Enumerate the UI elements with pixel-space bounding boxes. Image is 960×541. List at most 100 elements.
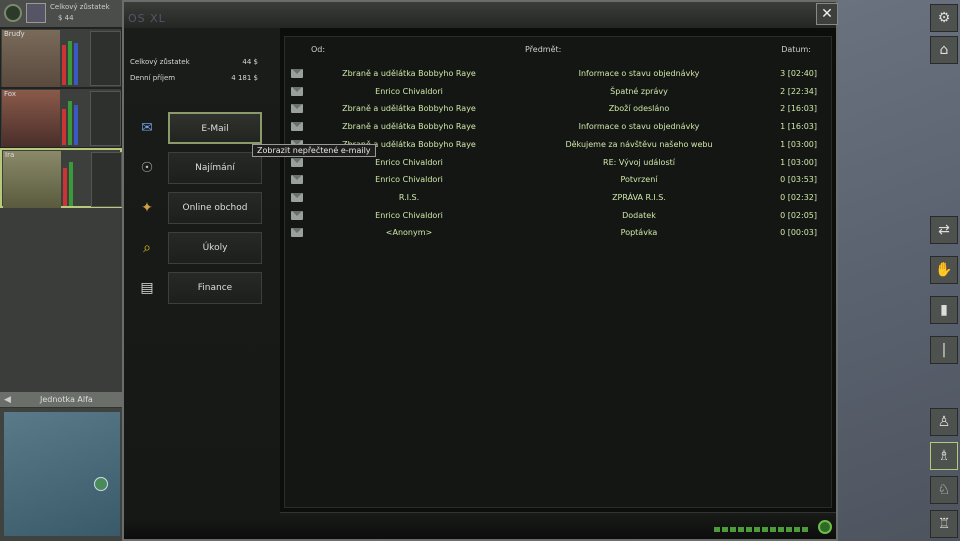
finance-button[interactable]: Finance xyxy=(168,272,262,304)
envelope-icon xyxy=(291,104,303,114)
mail-subject: Potvrzení xyxy=(620,175,658,185)
mail-row[interactable]: Zbraně a udělátka Bobbyho Raye Informace … xyxy=(285,66,831,83)
mail-from: Enrico Chivaldori xyxy=(375,175,443,185)
stance-prone-icon[interactable]: ♖ xyxy=(930,510,958,538)
merc-slot[interactable]: Fox xyxy=(0,88,122,148)
summary-income: Denní příjem 4 181 $ xyxy=(130,74,258,82)
merc-slot-selected[interactable]: Ira xyxy=(0,148,122,208)
mail-from: Zbraně a udělátka Bobbyho Raye xyxy=(342,104,476,114)
summary-income-label: Denní příjem xyxy=(130,74,176,82)
mail-from: R.I.S. xyxy=(398,192,420,202)
merc-slot[interactable]: Bruďy xyxy=(0,28,122,88)
squad-marker-icon[interactable] xyxy=(94,477,108,491)
tooltip: Zobrazit nepřečtené e-maily xyxy=(252,144,376,157)
email-icon: ✉ xyxy=(141,120,153,136)
nav-shop[interactable]: ✦ Online obchod xyxy=(132,192,262,224)
game-screen: Celkový zůstatek $ 44 Bruďy Fox Ira ◀ Je… xyxy=(0,0,960,541)
nav-hire[interactable]: ☉ Najímání xyxy=(132,152,262,184)
hire-icon: ☉ xyxy=(140,160,154,176)
mail-date: 2 [22:34] xyxy=(780,86,817,96)
power-icon[interactable] xyxy=(818,520,832,534)
mail-from: Enrico Chivaldori xyxy=(375,210,443,220)
email-button[interactable]: E-Mail xyxy=(168,112,262,144)
email-inbox: Od: Předmět: Datum: Zbraně a udělátka Bo… xyxy=(284,36,832,508)
mail-subject: RE: Vývoj událostí xyxy=(603,157,675,167)
mail-from: Zbraně a udělátka Bobbyho Raye xyxy=(342,69,476,78)
laptop-top-bar: OS XL xyxy=(124,2,836,28)
mail-row[interactable]: Enrico Chivaldori Dodatek 0 [02:05] xyxy=(285,208,831,225)
merc-name: Fox xyxy=(4,90,16,98)
nav-email[interactable]: ✉ E-Mail xyxy=(132,112,262,144)
column-subject[interactable]: Předmět: xyxy=(525,45,561,54)
hat-icon[interactable]: ⌂ xyxy=(930,36,958,64)
mail-date: 0 [02:05] xyxy=(780,210,817,220)
mail-row[interactable]: R.I.S. ZPRÁVA R.I.S. 0 [02:32] xyxy=(285,190,831,207)
stance-stand-icon[interactable]: ♙ xyxy=(930,408,958,436)
mail-date: 1 [16:03] xyxy=(780,122,817,132)
merc-portrait[interactable] xyxy=(3,151,61,208)
mail-subject: ZPRÁVA R.I.S. xyxy=(612,192,666,202)
mail-row[interactable]: Enrico Chivaldori RE: Vývoj událostí 1 [03… xyxy=(285,155,831,172)
hand-icon[interactable]: ✋ xyxy=(930,256,958,284)
mail-row[interactable]: Zbraně a udělátka Bobbyho Raye Zboží odes… xyxy=(285,101,831,118)
summary-balance-value: 44 $ xyxy=(242,58,258,66)
stance-crouch-icon[interactable]: ♘ xyxy=(930,476,958,504)
squad-prev-arrow-icon[interactable]: ◀ xyxy=(4,395,11,405)
merc-gear-slot[interactable] xyxy=(91,152,122,207)
summary-income-value: 4 181 $ xyxy=(231,74,258,82)
squad-header: ◀ Jednotka Alfa xyxy=(0,392,122,408)
envelope-icon xyxy=(291,210,303,220)
door-icon[interactable]: ▮ xyxy=(930,296,958,324)
balance-icon xyxy=(26,3,46,23)
merc-portrait[interactable] xyxy=(2,90,60,147)
mail-date: 0 [03:53] xyxy=(780,175,817,185)
column-from[interactable]: Od: xyxy=(311,45,325,54)
mail-from: Enrico Chivaldori xyxy=(375,157,443,167)
column-date[interactable]: Datum: xyxy=(781,45,811,54)
mail-row[interactable]: Zbraně a udělátka Bobbyho Raye Informace … xyxy=(285,119,831,136)
bar-icon[interactable]: | xyxy=(930,336,958,364)
mail-date: 0 [02:32] xyxy=(780,192,817,202)
summary-balance: Celkový zůstatek 44 $ xyxy=(130,58,258,66)
mail-subject: Informace o stavu objednávky xyxy=(578,69,700,78)
mail-subject: Informace o stavu objednávky xyxy=(578,122,700,132)
hire-button[interactable]: Najímání xyxy=(168,152,262,184)
mail-from: Enrico Chivaldori xyxy=(375,86,443,96)
stance-walk-icon[interactable]: ♗ xyxy=(930,442,958,470)
merc-stat-bars xyxy=(62,39,88,85)
nav-finance[interactable]: ▤ Finance xyxy=(132,272,262,304)
close-button[interactable]: ✕ xyxy=(816,3,838,25)
envelope-icon xyxy=(291,157,303,167)
merc-column: Celkový zůstatek $ 44 Bruďy Fox Ira ◀ Je… xyxy=(0,0,122,541)
mail-row[interactable]: Enrico Chivaldori Potvrzení 0 [03:53] xyxy=(285,172,831,189)
battery-indicator xyxy=(714,527,810,532)
mail-subject: Zboží odesláno xyxy=(608,104,670,114)
squad-panel: ◀ Jednotka Alfa xyxy=(0,392,122,541)
envelope-icon xyxy=(291,228,303,238)
envelope-icon xyxy=(291,175,303,185)
tasks-button[interactable]: Úkoly xyxy=(168,232,262,264)
envelope-icon xyxy=(291,86,303,96)
squad-minimap[interactable] xyxy=(4,412,120,536)
mail-from: Zbraně a udělátka Bobbyho Raye xyxy=(342,122,476,132)
mail-subject: Děkujeme za návštěvu našeho webu xyxy=(565,139,713,149)
mail-row[interactable]: Enrico Chivaldori Špatné zprávy 2 [22:34] xyxy=(285,84,831,101)
merc-gear-slot[interactable] xyxy=(90,91,121,146)
shop-button[interactable]: Online obchod xyxy=(168,192,262,224)
hud-top-bar: Celkový zůstatek $ 44 xyxy=(0,0,122,28)
merc-stat-bars xyxy=(62,99,88,145)
envelope-icon xyxy=(291,69,303,78)
merc-portrait[interactable] xyxy=(2,30,60,87)
nav-tasks[interactable]: ⌕ Úkoly xyxy=(132,232,262,264)
merc-gear-slot[interactable] xyxy=(90,31,121,86)
finance-icon: ▤ xyxy=(140,280,154,296)
laptop-logo: OS XL xyxy=(128,12,166,25)
settings-icon[interactable]: ⚙ xyxy=(930,4,958,32)
envelope-icon xyxy=(291,192,303,202)
mail-from: <Anonym> xyxy=(385,228,433,238)
hud-balance-label: Celkový zůstatek xyxy=(50,3,110,11)
swap-icon[interactable]: ⇄ xyxy=(930,216,958,244)
mail-row[interactable]: <Anonym> Poptávka 0 [00:03] xyxy=(285,225,831,242)
gear-icon[interactable] xyxy=(4,4,22,22)
squad-title: Jednotka Alfa xyxy=(40,395,93,404)
